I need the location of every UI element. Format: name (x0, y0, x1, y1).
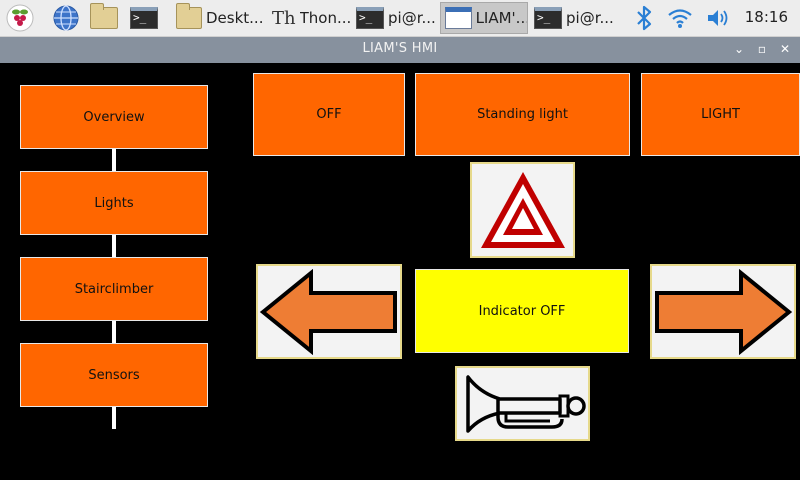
taskbar-item-label: pi@r... (566, 9, 614, 27)
raspberry-menu-icon[interactable] (6, 4, 34, 32)
taskbar-item-thonny[interactable]: Th Thon... (266, 2, 350, 34)
indicator-status: Indicator OFF (415, 269, 629, 353)
standing-light-button[interactable]: Standing light (415, 73, 630, 156)
taskbar-item-label: LIAM'... (475, 9, 527, 27)
taskbar-item-terminal-2[interactable]: >_ pi@r... (530, 2, 616, 34)
light-button[interactable]: LIGHT (641, 73, 800, 156)
terminal-icon: >_ (356, 7, 384, 29)
taskbar-item-terminal-1[interactable]: >_ pi@r... (352, 2, 438, 34)
taskbar-item-hmi-window[interactable]: LIAM'... (440, 2, 528, 34)
left-arrow-icon (259, 268, 397, 355)
hmi-panel: Overview Lights Stairclimber Sensors OFF… (0, 63, 800, 480)
horn-icon (465, 374, 586, 433)
taskbar-item-label: Thon... (299, 9, 350, 27)
folder-icon (176, 3, 202, 29)
maximize-button[interactable]: ▫ (753, 40, 771, 58)
window-title: LIAM'S HMI (362, 41, 438, 56)
terminal-launcher-icon[interactable]: >_ (130, 4, 158, 32)
clock: 18:16 (744, 8, 788, 26)
taskbar-item-label: Deskt... (206, 9, 264, 27)
volume-icon[interactable] (704, 4, 732, 32)
bluetooth-icon[interactable] (630, 4, 658, 32)
hazard-triangle-icon (480, 172, 565, 248)
horn-button[interactable] (455, 366, 590, 441)
minimize-button[interactable]: ⌄ (730, 40, 748, 58)
right-arrow-icon (655, 268, 793, 355)
browser-globe-icon[interactable] (52, 4, 80, 32)
taskbar: >_ Deskt... Th Thon... >_ pi@r... LIAM'.… (0, 0, 800, 37)
taskbar-item-desktop[interactable]: Deskt... (172, 2, 264, 34)
close-button[interactable]: ✕ (776, 40, 794, 58)
window-titlebar: LIAM'S HMI ⌄ ▫ ✕ (0, 37, 800, 63)
nav-button-overview[interactable]: Overview (20, 85, 208, 149)
wifi-icon[interactable] (666, 4, 694, 32)
nav-button-sensors[interactable]: Sensors (20, 343, 208, 407)
window-icon (445, 7, 472, 29)
terminal-icon: >_ (534, 7, 562, 29)
thonny-icon: Th (272, 7, 296, 29)
taskbar-item-label: pi@r... (388, 9, 436, 27)
nav-button-stairclimber[interactable]: Stairclimber (20, 257, 208, 321)
nav-button-lights[interactable]: Lights (20, 171, 208, 235)
off-button[interactable]: OFF (253, 73, 405, 156)
file-manager-icon[interactable] (90, 3, 118, 32)
right-indicator-button[interactable] (650, 264, 796, 359)
hazard-button[interactable] (470, 162, 575, 258)
left-indicator-button[interactable] (256, 264, 402, 359)
